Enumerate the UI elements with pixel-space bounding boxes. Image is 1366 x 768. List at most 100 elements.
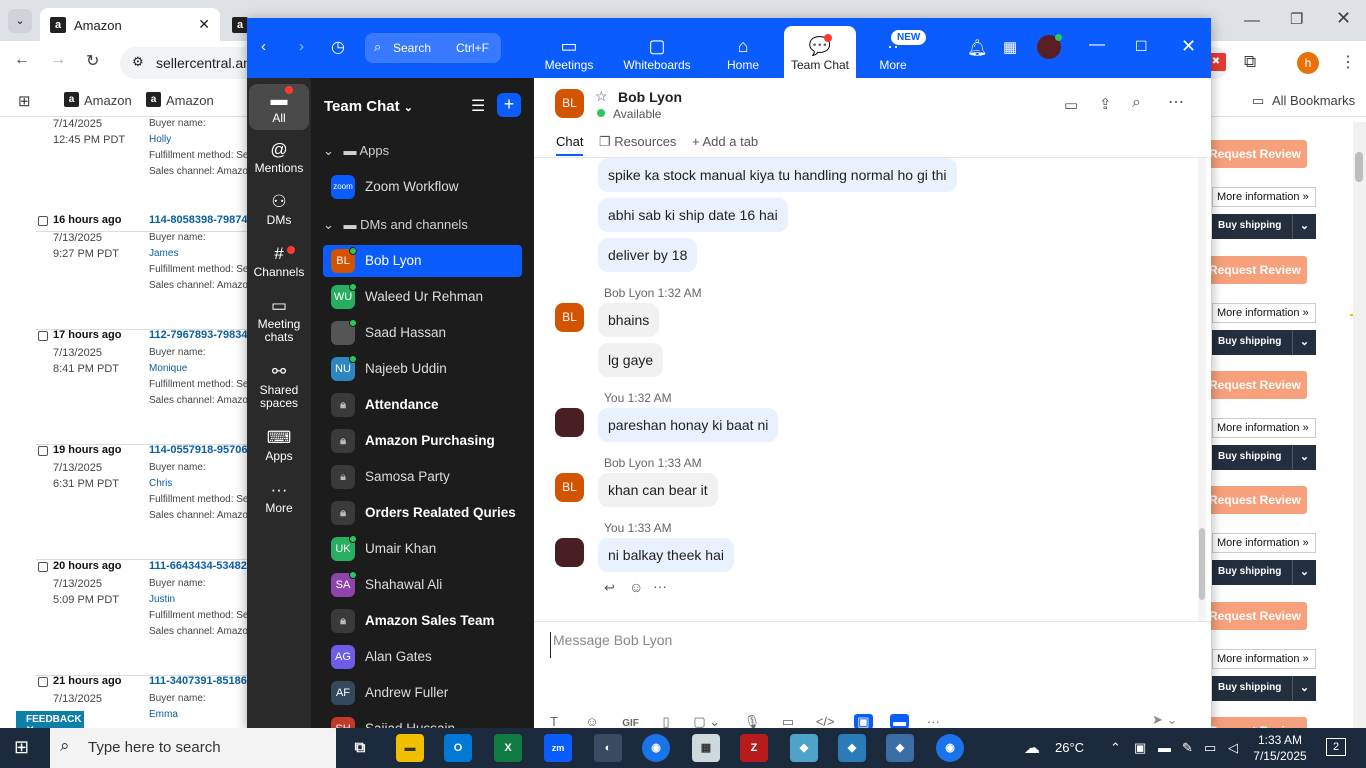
sidebar-item-waleed-ur-rehman[interactable]: WU Waleed Ur Rehman: [323, 281, 522, 313]
tray-app-icon[interactable]: ▣: [1134, 740, 1146, 756]
network-icon[interactable]: ▭: [1204, 740, 1216, 756]
sender-avatar[interactable]: [555, 538, 584, 567]
app-icon[interactable]: ◆: [886, 734, 914, 762]
file-explorer-icon[interactable]: ▬: [396, 734, 424, 762]
dm-section-header[interactable]: ⌄ ▬ DMs and channels: [323, 217, 468, 233]
share-screen-icon[interactable]: ⇪: [1099, 95, 1112, 113]
star-icon[interactable]: ☆: [595, 88, 608, 105]
bell-icon[interactable]: 🔔︎: [967, 38, 987, 58]
sidebar-item-saad-hassan[interactable]: Saad Hassan: [323, 317, 522, 349]
message-bubble[interactable]: ni balkay theek hai: [598, 538, 734, 572]
buy-shipping-button[interactable]: Buy shipping ⌄: [1212, 214, 1316, 239]
order-checkbox[interactable]: [38, 216, 48, 226]
excel-icon[interactable]: X: [494, 734, 522, 762]
buy-shipping-button[interactable]: Buy shipping ⌄: [1212, 676, 1316, 701]
rail-meeting-chats[interactable]: ▭ Meeting chats: [249, 296, 309, 344]
filter-icon[interactable]: ☰: [471, 96, 485, 116]
buy-shipping-button[interactable]: Buy shipping ⌄: [1212, 445, 1316, 470]
request-review-button[interactable]: Request Review: [1203, 256, 1307, 284]
volume-icon[interactable]: ◁: [1228, 740, 1238, 756]
nav-more[interactable]: ·· More NEW: [853, 30, 933, 72]
forward-arrow-icon[interactable]: →: [50, 51, 66, 69]
outlook-icon[interactable]: O: [444, 734, 472, 762]
order-id-link[interactable]: 112-7967893-798344: [149, 329, 254, 341]
screenshot-icon[interactable]: ▢ ⌄: [693, 714, 720, 729]
order-id-link[interactable]: 111-3407391-851864: [149, 675, 253, 687]
calendar-icon[interactable]: ▦: [1003, 38, 1017, 56]
sender-avatar[interactable]: [555, 408, 584, 437]
sender-avatar[interactable]: BL: [555, 473, 584, 502]
weather-icon[interactable]: ☁: [1024, 738, 1040, 758]
scrollbar-thumb[interactable]: [1199, 528, 1205, 600]
chevron-down-icon[interactable]: ⌄: [1292, 445, 1316, 470]
tab-resources[interactable]: ❐ Resources: [599, 134, 676, 150]
more-information-link[interactable]: More information »: [1212, 418, 1316, 438]
tab-search-chevron-icon[interactable]: ⌄: [8, 9, 32, 33]
nav-meetings[interactable]: ▭ Meetings: [529, 36, 609, 72]
microphone-icon[interactable]: 🎙︎: [744, 714, 761, 729]
buy-shipping-button[interactable]: Buy shipping ⌄: [1212, 560, 1316, 585]
site-info-icon[interactable]: ⚙: [132, 54, 144, 70]
feedback-tab[interactable]: FEEDBACK ✕: [16, 711, 84, 736]
buy-shipping-button[interactable]: Buy shipping ⌄: [1212, 330, 1316, 355]
page-scrollbar[interactable]: [1353, 122, 1366, 728]
sidebar-item-amazon-purchasing[interactable]: 🔒︎ Amazon Purchasing: [323, 425, 522, 457]
request-review-button[interactable]: Request Review: [1203, 602, 1307, 630]
chevron-down-icon[interactable]: ⌄: [1292, 676, 1316, 701]
order-id-link[interactable]: 114-8058398-798743: [149, 214, 254, 226]
app-icon[interactable]: ◆: [838, 734, 866, 762]
rail-all[interactable]: ▬ All: [249, 84, 309, 130]
order-checkbox[interactable]: [38, 331, 48, 341]
chrome-icon[interactable]: ◉: [642, 734, 670, 762]
filezilla-icon[interactable]: Z: [740, 734, 768, 762]
more-options-icon[interactable]: ⋯: [1168, 92, 1184, 112]
message-bubble[interactable]: abhi sab ki ship date 16 hai: [598, 198, 788, 232]
sidebar-item-samosa-party[interactable]: 🔒︎ Samosa Party: [323, 461, 522, 493]
rail-dms[interactable]: ⚇ DMs: [249, 192, 309, 227]
order-id-link[interactable]: 111-6643434-534822: [149, 560, 253, 572]
forward-chevron-icon[interactable]: ›: [299, 38, 304, 55]
rail-shared-spaces[interactable]: ⚯ Shared spaces: [249, 362, 309, 410]
sidebar-item-orders-realated-quries[interactable]: 🔒︎ Orders Realated Quries: [323, 497, 522, 529]
sidebar-item-alan-gates[interactable]: AG Alan Gates: [323, 641, 522, 673]
taskbar-search[interactable]: ⌕ Type here to search: [50, 728, 336, 768]
sidebar-item-bob-lyon[interactable]: BL Bob Lyon: [323, 245, 522, 277]
nav-home[interactable]: ⌂ Home: [703, 36, 783, 72]
more-information-link[interactable]: More information »: [1212, 187, 1316, 207]
bookmark-amazon[interactable]: a Amazon: [64, 92, 132, 108]
windows-start-icon[interactable]: ⊞: [14, 737, 29, 758]
video-call-icon[interactable]: ▭: [1064, 96, 1078, 114]
rail-more[interactable]: ··· More: [249, 480, 309, 515]
chevron-down-icon[interactable]: ⌄: [1292, 560, 1316, 585]
minimize-icon[interactable]: —: [1244, 12, 1260, 30]
apps-grid-icon[interactable]: ⊞: [18, 92, 31, 110]
more-information-link[interactable]: More information »: [1212, 533, 1316, 553]
close-icon[interactable]: ✕: [1181, 36, 1196, 57]
tray-app-icon[interactable]: ▬: [1158, 740, 1171, 755]
sidebar-title[interactable]: Team Chat ⌄: [324, 98, 413, 115]
rail-channels[interactable]: # Channels: [249, 244, 309, 279]
pen-icon[interactable]: ✎: [1182, 740, 1193, 756]
profile-avatar[interactable]: h: [1297, 52, 1319, 74]
sidebar-item-umair-khan[interactable]: UK Umair Khan: [323, 533, 522, 565]
minimize-icon[interactable]: —: [1089, 36, 1105, 54]
order-checkbox[interactable]: [38, 446, 48, 456]
calculator-icon[interactable]: ▦: [692, 734, 720, 762]
close-window-icon[interactable]: ✕: [1336, 8, 1351, 29]
tab-amazon[interactable]: a Amazon ✕: [40, 8, 220, 41]
search-icon[interactable]: ⌕: [1132, 94, 1141, 112]
sidebar-item-zoom-workflow[interactable]: zoom Zoom Workflow: [323, 171, 522, 203]
emoji-icon[interactable]: ☺: [629, 579, 643, 595]
sidebar-item-najeeb-uddin[interactable]: NU Najeeb Uddin: [323, 353, 522, 385]
back-chevron-icon[interactable]: ‹: [261, 38, 266, 55]
order-checkbox[interactable]: [38, 677, 48, 687]
contact-name[interactable]: Bob Lyon: [618, 89, 682, 105]
extensions-puzzle-icon[interactable]: ⧉: [1244, 52, 1256, 72]
sidebar-item-attendance[interactable]: 🔒︎ Attendance: [323, 389, 522, 421]
message-bubble[interactable]: pareshan honay ki baat ni: [598, 408, 779, 442]
sidebar-item-andrew-fuller[interactable]: AF Andrew Fuller: [323, 677, 522, 709]
text-format-icon[interactable]: T: [550, 714, 558, 729]
app-icon[interactable]: ▣: [854, 714, 873, 729]
chevron-down-icon[interactable]: ⌄: [1292, 214, 1316, 239]
nav-whiteboards[interactable]: ▢ Whiteboards: [617, 36, 697, 72]
